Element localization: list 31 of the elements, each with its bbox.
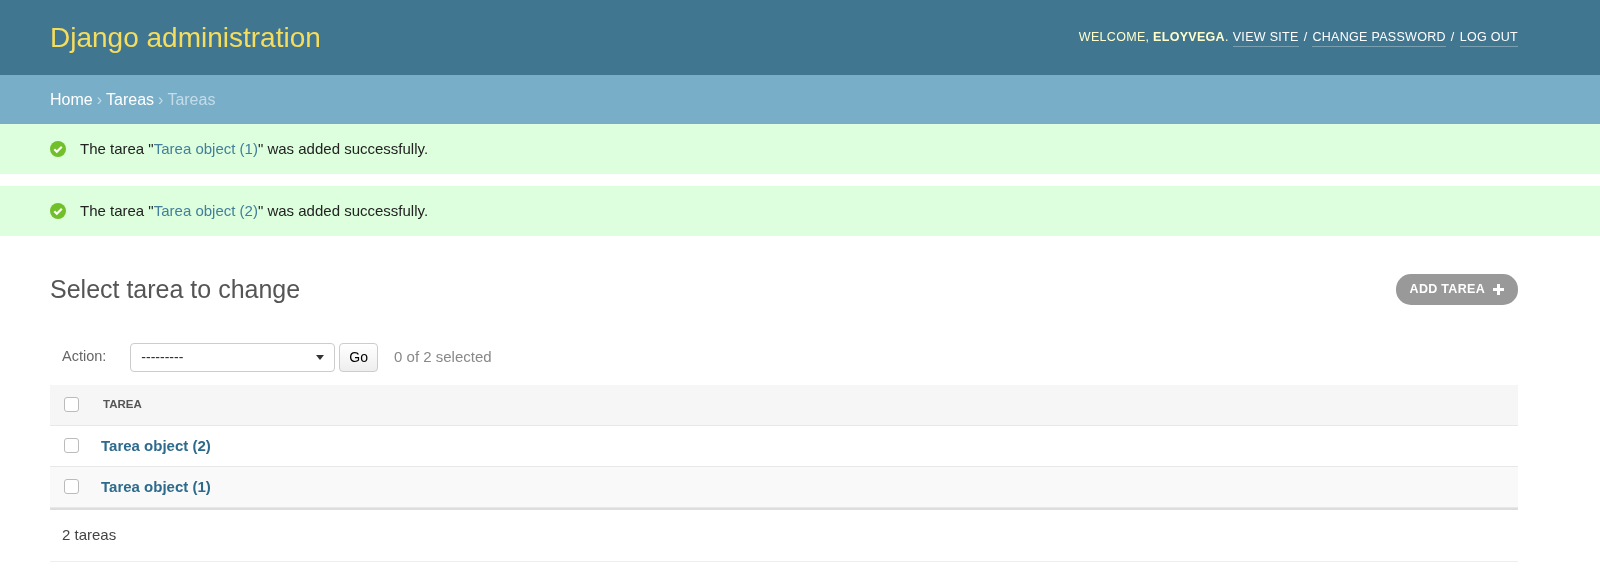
check-circle-icon: [50, 141, 66, 157]
row-checkbox[interactable]: [64, 438, 79, 454]
breadcrumb-current: Tareas: [167, 89, 216, 110]
result-count: 2 tareas: [62, 525, 117, 545]
go-button[interactable]: Go: [339, 342, 379, 372]
header-link[interactable]: LOG OUT: [1459, 27, 1518, 48]
action-dropdown[interactable]: ---------: [130, 342, 336, 372]
page-heading: Select tarea to change: [50, 274, 301, 305]
caret-icon: [316, 354, 325, 360]
action-label: Action:: [62, 347, 107, 367]
message-text: The tarea "Tarea object (2)" was added successfully.: [80, 200, 429, 221]
site-title: Django administration: [50, 20, 321, 55]
plus-icon: [1493, 283, 1504, 295]
row-link[interactable]: Tarea object (1): [101, 475, 211, 498]
header-link[interactable]: CHANGE PASSWORD: [1312, 27, 1446, 48]
row-link[interactable]: Tarea object (2): [101, 434, 211, 457]
welcome-text: WELCOME, ELOYVEGA.: [1078, 29, 1229, 47]
header-link[interactable]: VIEW SITE: [1232, 27, 1299, 48]
message-text: The tarea "Tarea object (1)" was added successfully.: [80, 138, 429, 159]
select-all-checkbox[interactable]: [64, 397, 79, 413]
column-header[interactable]: TAREA: [103, 396, 142, 414]
object-link[interactable]: Tarea object (2): [153, 201, 258, 219]
selection-count: 0 of 2 selected: [394, 347, 492, 367]
breadcrumb-separator: ›: [158, 89, 164, 110]
check-circle-icon: [50, 203, 66, 219]
add-button[interactable]: ADD TAREA: [1395, 274, 1518, 305]
row-checkbox[interactable]: [64, 479, 79, 495]
separator-text: /: [1450, 29, 1455, 47]
separator-text: /: [1303, 29, 1308, 47]
object-link[interactable]: Tarea object (1): [153, 139, 258, 157]
breadcrumb-separator: ›: [96, 89, 102, 110]
